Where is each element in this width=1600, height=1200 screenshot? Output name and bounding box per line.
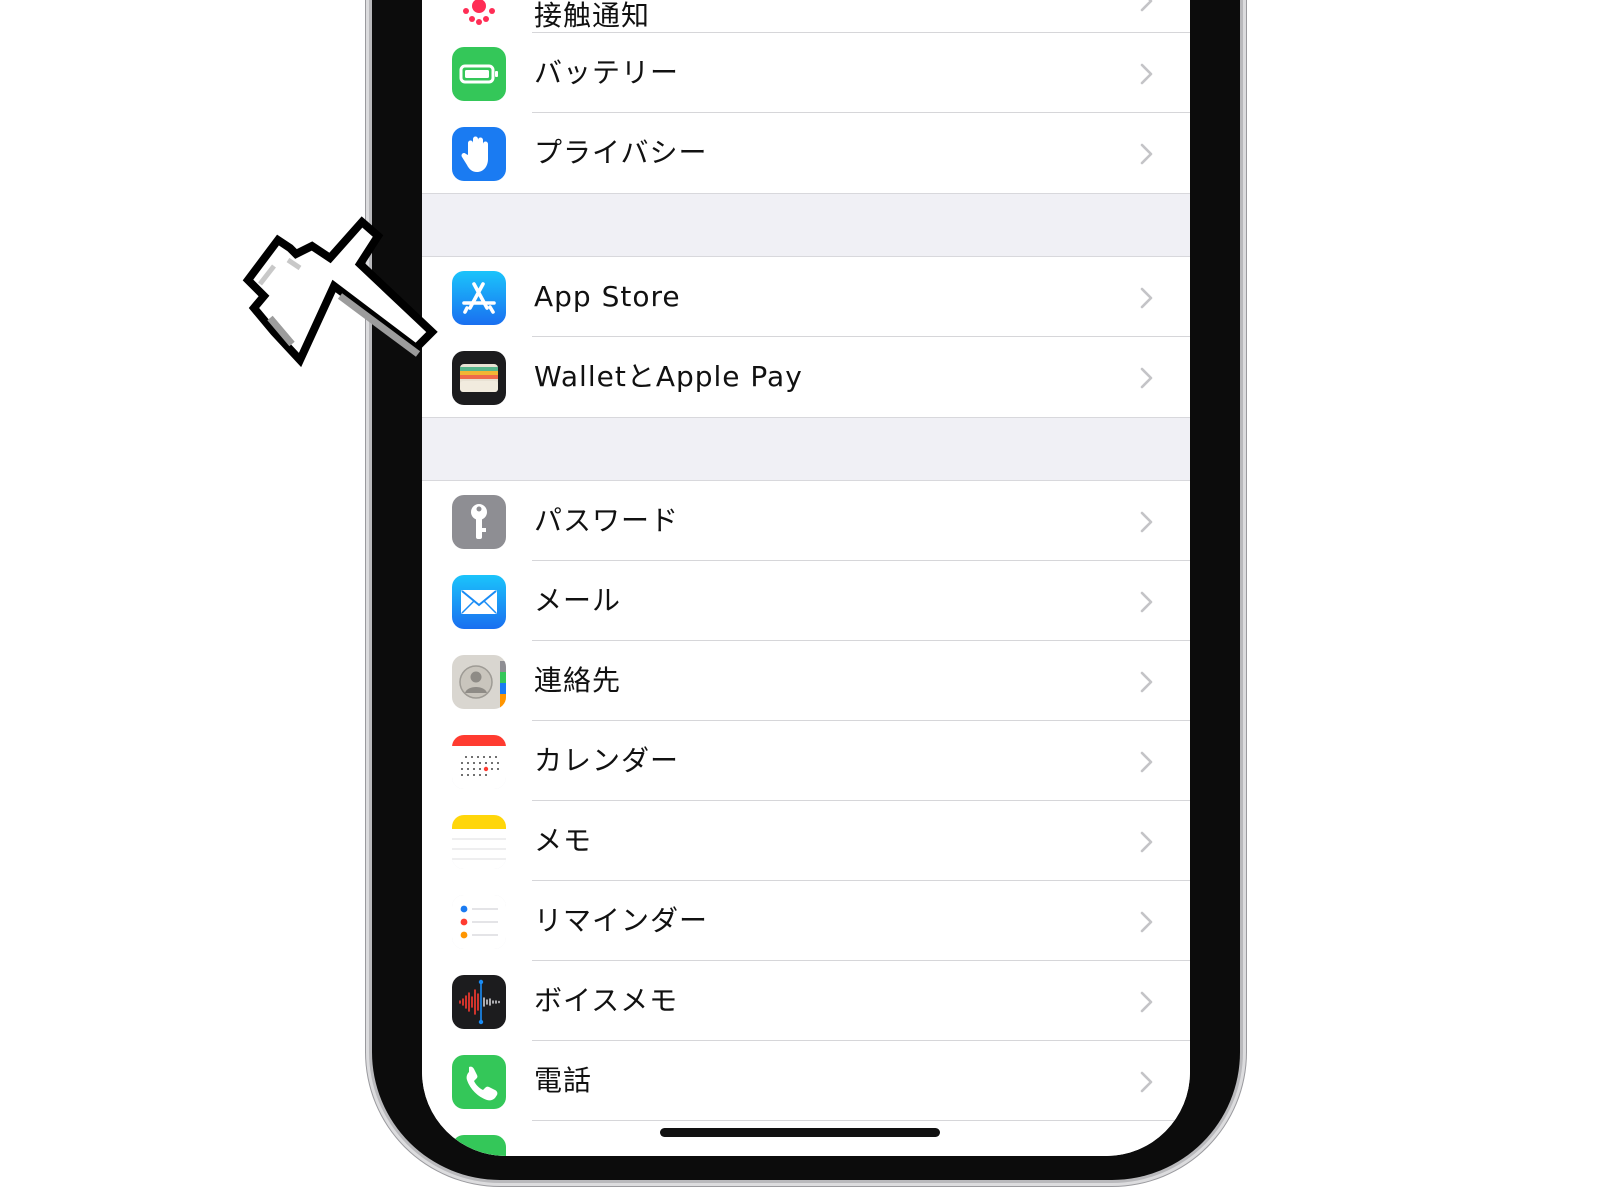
settings-row-calendar[interactable]: カレンダー	[422, 721, 1190, 801]
settings-row-label: 接触通知	[534, 0, 651, 32]
settings-row-label: バッテリー	[534, 56, 680, 89]
chevron-right-icon	[1140, 911, 1153, 933]
section-gap	[422, 193, 1190, 257]
chevron-right-icon	[1140, 287, 1153, 309]
settings-row-label: プライバシー	[534, 136, 708, 169]
settings-row-label: ボイスメモ	[534, 984, 679, 1017]
key-icon	[452, 495, 506, 549]
voice-memos-icon	[452, 975, 506, 1029]
settings-row-battery[interactable]: バッテリー	[422, 33, 1190, 113]
chevron-right-icon	[1140, 0, 1153, 12]
settings-row-label: 電話	[534, 1064, 593, 1097]
settings-row-privacy[interactable]: プライバシー	[422, 113, 1190, 193]
settings-row-label: WalletとApple Pay	[534, 360, 803, 393]
settings-row-label: App Store	[534, 280, 681, 313]
chevron-right-icon	[1140, 751, 1153, 773]
exposure-notification-icon	[452, 0, 506, 33]
wallet-apple-pay-row[interactable]: WalletとApple Pay	[422, 337, 1190, 417]
chevron-right-icon	[1140, 831, 1153, 853]
settings-row-exposure-notification[interactable]: 接触通知	[422, 0, 1190, 33]
mail-icon	[452, 575, 506, 629]
contacts-icon	[452, 655, 506, 709]
chevron-right-icon	[1140, 591, 1153, 613]
settings-row-voice-memos[interactable]: ボイスメモ	[422, 961, 1190, 1041]
settings-row-reminders[interactable]: リマインダー	[422, 881, 1190, 961]
settings-row-notes[interactable]: メモ	[422, 801, 1190, 881]
settings-row-label: リマインダー	[534, 904, 709, 937]
settings-row-label: 連絡先	[534, 664, 622, 697]
settings-row-label: パスワード	[534, 504, 680, 537]
phone-icon	[452, 1055, 506, 1109]
chevron-right-icon	[1140, 1071, 1153, 1093]
app-store-icon	[452, 271, 506, 325]
chevron-right-icon	[1140, 367, 1153, 389]
settings-row-label: メール	[534, 584, 622, 617]
privacy-hand-icon	[452, 127, 506, 181]
chevron-right-icon	[1140, 63, 1153, 85]
messages-icon	[452, 1135, 506, 1156]
reminders-icon	[452, 895, 506, 949]
settings-row-next[interactable]	[422, 1121, 1190, 1156]
settings-row-label: カレンダー	[534, 744, 680, 777]
battery-icon	[452, 47, 506, 101]
settings-screen: 接触通知 バッテリー プライバシー App Store WalletとApple…	[422, 0, 1190, 1156]
app-store-row[interactable]: App Store	[422, 257, 1190, 337]
chevron-right-icon	[1140, 143, 1153, 165]
calendar-icon	[452, 735, 506, 789]
section-gap	[422, 417, 1190, 481]
chevron-right-icon	[1140, 671, 1153, 693]
home-indicator[interactable]	[660, 1128, 940, 1137]
settings-row-contacts[interactable]: 連絡先	[422, 641, 1190, 721]
settings-list: 接触通知 バッテリー プライバシー App Store WalletとApple…	[422, 0, 1190, 1156]
wallet-icon	[452, 351, 506, 405]
chevron-right-icon	[1140, 991, 1153, 1013]
settings-row-passwords[interactable]: パスワード	[422, 481, 1190, 561]
settings-row-phone[interactable]: 電話	[422, 1041, 1190, 1121]
chevron-right-icon	[1140, 511, 1153, 533]
settings-row-label: メモ	[534, 824, 593, 857]
notes-icon	[452, 815, 506, 869]
settings-row-mail[interactable]: メール	[422, 561, 1190, 641]
pointing-hand-cursor-icon	[242, 216, 438, 368]
